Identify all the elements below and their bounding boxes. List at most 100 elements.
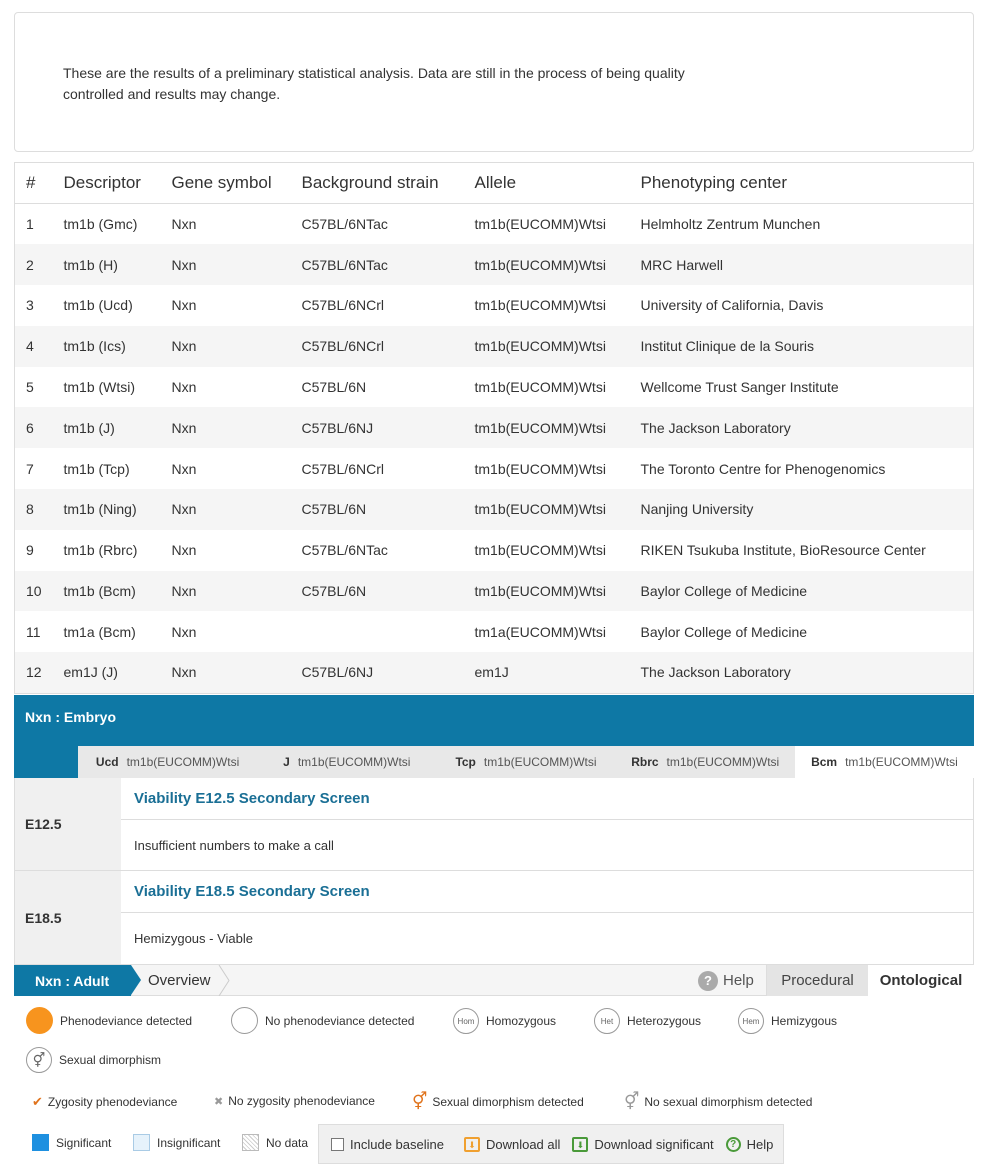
button-label: Download significant — [594, 1136, 714, 1152]
allele-cell: tm1b(EUCOMM)Wtsi — [474, 570, 641, 612]
legend-significant: Significant — [32, 1134, 111, 1151]
allele-cell: tm1b(EUCOMM)Wtsi — [474, 244, 641, 286]
descriptor-cell: tm1b (H) — [63, 244, 172, 286]
col-header-descriptor: Descriptor — [63, 162, 172, 204]
allele-cell: tm1b(EUCOMM)Wtsi — [474, 379, 606, 396]
insignificant-swatch — [133, 1134, 150, 1151]
cross-icon: ✖ — [214, 1095, 224, 1108]
gene-symbol-cell: Nxn — [171, 244, 302, 286]
tab-procedural[interactable]: Procedural — [766, 965, 868, 996]
descriptor-cell: tm1b (Rbrc) — [63, 542, 138, 559]
tab-center: Rbrc — [631, 755, 659, 769]
legend-label: Significant — [56, 1135, 112, 1150]
tab-allele: tm1b(EUCOMM)Wtsi — [126, 755, 240, 769]
help-icon: ? — [698, 970, 718, 991]
table-row: 8 tm1b (Ning) Nxn C57BL/6N tm1b(EUCOMM)Wtsi N… — [14, 489, 974, 530]
legend-label: No data — [266, 1135, 309, 1150]
embryo-title: Nxn : Embryo — [25, 709, 117, 725]
embryo-center-tabs: Ucd tm1b(EUCOMM)Wtsi Jtm1b(EUCOMM)Wtsi Tc… — [78, 746, 975, 778]
phenotyping-center-cell: Wellcome Trust Sanger Institute — [640, 379, 839, 396]
allele-cell: tm1b(EUCOMM)Wtsi — [474, 489, 641, 530]
tab-bcm[interactable]: Bcm tm1b(EUCOMM)Wtsi — [794, 746, 975, 778]
table-row: 12 em1J (J) Nxn C57BL/6NJ em1J The Jackson La… — [14, 652, 974, 694]
legend-label: Hemizygous — [771, 1014, 838, 1028]
table-row: 9 tm1b (Rbrc) Nxn C57BL/6NTac tm1b(EUCOMM)Wt… — [15, 530, 974, 571]
phenotyping-center-cell: The Jackson Laboratory — [640, 652, 974, 694]
background-strain-cell: C57BL/6N — [301, 489, 475, 530]
checkbox-icon[interactable] — [331, 1137, 344, 1151]
legend-label: No sexual dimorphism detected — [644, 1095, 813, 1109]
tab-ontological[interactable]: Ontological — [868, 965, 974, 996]
phenotyping-center-cell: The Toronto Centre for Phenogenomics — [640, 460, 886, 477]
descriptor-cell: tm1a (Bcm) — [63, 623, 136, 640]
procedure-result: Insufficient numbers to make a call — [134, 837, 334, 853]
checkmark-icon: ✔ — [32, 1094, 43, 1109]
table-header-row: # Descriptor Gene symbol Background stra… — [14, 162, 974, 204]
row-index-cell: 9 — [26, 542, 34, 559]
descriptor-cell: tm1b (Ning) — [63, 489, 172, 530]
procedure-title-link[interactable]: Viability E18.5 Secondary Screen — [121, 871, 973, 913]
background-strain-cell: C57BL/6N — [301, 570, 475, 612]
tab-center: Tcp — [455, 755, 476, 769]
row-index-cell: 10 — [14, 570, 64, 612]
results-toolbar: Include baseline ⬇ Download all ⬇ Downlo… — [318, 1124, 784, 1164]
legend-label: Phenodeviance detected — [60, 1013, 193, 1028]
legend-insignificant: Insignificant — [133, 1134, 220, 1151]
background-strain-cell: C57BL/6NCrl — [301, 297, 384, 314]
button-label: Download all — [485, 1136, 561, 1152]
descriptor-cell: tm1b (J) — [63, 407, 172, 449]
download-significant-button[interactable]: ⬇ Download significant — [572, 1136, 714, 1152]
table-row: 2 tm1b (H) Nxn C57BL/6NTac tm1b(EUCOMM)Wtsi M… — [14, 244, 974, 286]
row-index-cell: 5 — [26, 379, 34, 396]
procedure-result: Hemizygous - Viable — [134, 931, 253, 946]
breadcrumb-arrow — [131, 965, 141, 995]
phenotyping-center-cell: Nanjing University — [640, 489, 974, 530]
help-button[interactable]: ? Help — [698, 965, 754, 996]
col-header-gene-symbol: Gene symbol — [171, 162, 302, 204]
tab-allele: tm1b(EUCOMM)Wtsi — [483, 755, 597, 769]
toolbar-help-button[interactable]: ? Help — [725, 1136, 774, 1152]
col-header-allele: Allele — [474, 162, 641, 204]
include-baseline-checkbox[interactable]: Include baseline — [331, 1137, 444, 1152]
tab-center: Bcm — [811, 755, 838, 769]
legend-no-data: No data — [242, 1134, 308, 1151]
descriptor-cell: tm1b (Bcm) — [63, 570, 172, 612]
embryo-row-e12-5: E12.5 Viability E12.5 Secondary Screen I… — [14, 778, 974, 871]
row-index-cell: 7 — [26, 460, 34, 477]
background-strain-cell: C57BL/6NCrl — [301, 325, 475, 367]
legend-label: Zygosity phenodeviance — [47, 1095, 178, 1109]
legend-label: Insignificant — [157, 1135, 221, 1150]
homozygous-icon: Hom — [453, 1008, 479, 1034]
row-index-cell: 2 — [14, 244, 64, 286]
allele-cell: tm1b(EUCOMM)Wtsi — [474, 407, 641, 449]
background-strain-cell: C57BL/6NCrl — [301, 460, 384, 477]
gene-symbol-cell: Nxn — [171, 460, 197, 477]
allele-cell: tm1b(EUCOMM)Wtsi — [474, 297, 606, 314]
heterozygous-icon: Het — [594, 1008, 620, 1034]
gene-symbol-cell: Nxn — [171, 489, 302, 530]
tab-ucd[interactable]: Ucd tm1b(EUCOMM)Wtsi — [78, 746, 257, 778]
descriptor-cell: tm1b (Wtsi) — [63, 379, 136, 396]
table-row: 6 tm1b (J) Nxn C57BL/6NJ tm1b(EUCOMM)Wtsi The… — [14, 407, 974, 449]
overview-link[interactable]: Overview — [141, 965, 221, 996]
table-row: 11 tm1a (Bcm) Nxn tm1a(EUCOMM)Wtsi Baylor Co… — [15, 611, 974, 652]
allele-cell: tm1b(EUCOMM)Wtsi — [474, 542, 606, 559]
tab-rbrc[interactable]: Rbrc tm1b(EUCOMM)Wtsi — [616, 746, 795, 778]
background-strain-cell: C57BL/6NJ — [301, 652, 475, 694]
button-label: Help — [746, 1136, 774, 1152]
procedure-title-link[interactable]: Viability E12.5 Secondary Screen — [121, 778, 973, 820]
row-index-cell: 11 — [26, 623, 41, 640]
legend-no-phenodeviance: No phenodeviance detected — [231, 1007, 414, 1034]
adult-title: Nxn : Adult — [14, 965, 131, 996]
tab-tcp[interactable]: Tcp tm1b(EUCOMM)Wtsi — [436, 746, 615, 778]
legend-label: No phenodeviance detected — [265, 1013, 415, 1028]
background-strain-cell: C57BL/6NTac — [301, 216, 388, 233]
tab-j[interactable]: Jtm1b(EUCOMM)Wtsi — [257, 746, 436, 778]
checkbox-label: Include baseline — [350, 1136, 444, 1152]
background-strain-cell: C57BL/6N — [301, 379, 367, 396]
download-all-button[interactable]: ⬇ Download all — [463, 1136, 561, 1152]
background-strain-cell: C57BL/6NJ — [301, 407, 475, 449]
help-label: Help — [723, 972, 754, 989]
legend-hemizygous: Hem Hemizygous — [738, 1008, 837, 1034]
gene-symbol-cell: Nxn — [171, 623, 197, 640]
